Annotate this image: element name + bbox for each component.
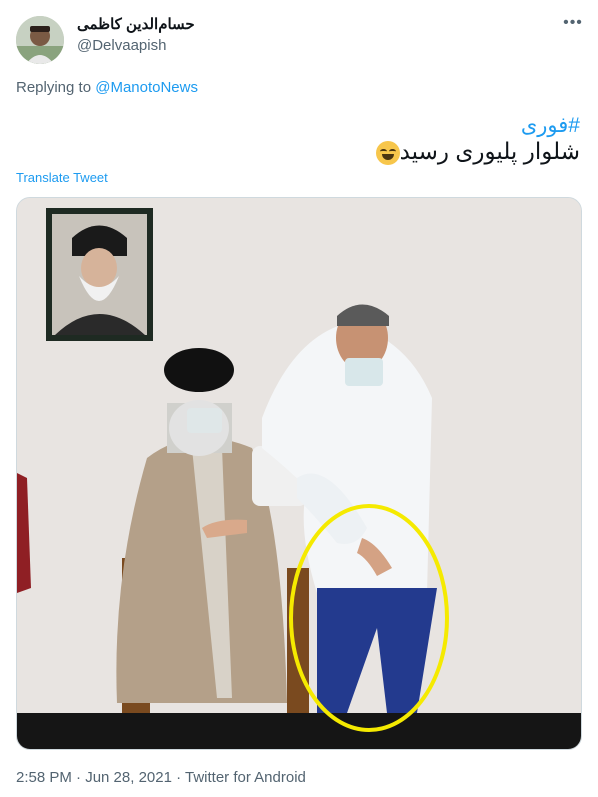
- reply-prefix: Replying to: [16, 79, 92, 96]
- avatar[interactable]: [16, 16, 64, 64]
- tweet-media-image[interactable]: [16, 197, 582, 750]
- tweet-meta: 2:58 PM · Jun 28, 2021 · Twitter for And…: [16, 769, 306, 786]
- display-name[interactable]: حسام‌الدین کاظمی: [77, 15, 195, 33]
- tweet-text: شلوار پلیوری رسید: [0, 138, 580, 165]
- hashtag-link[interactable]: #فوری: [0, 113, 580, 138]
- translate-tweet-link[interactable]: Translate Tweet: [16, 170, 108, 185]
- user-handle[interactable]: @Delvaapish: [77, 37, 166, 54]
- more-options-icon[interactable]: •••: [562, 12, 584, 34]
- laughing-emoji-icon: [375, 140, 400, 165]
- tweet-text-content: شلوار پلیوری رسید: [399, 138, 580, 164]
- wall-portrait: [46, 208, 153, 341]
- reply-mention[interactable]: @ManotoNews: [95, 79, 198, 96]
- reply-context: Replying to @ManotoNews: [16, 79, 198, 96]
